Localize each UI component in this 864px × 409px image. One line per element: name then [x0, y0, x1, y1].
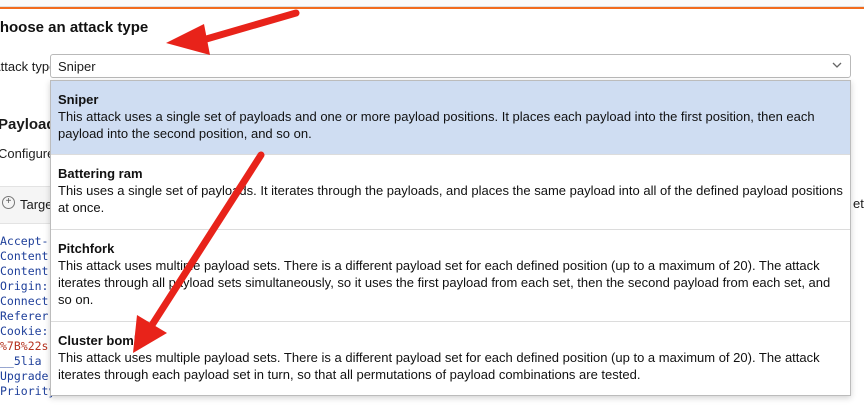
accent-divider: [0, 7, 864, 9]
attack-option-pitchfork[interactable]: Pitchfork This attack uses multiple paylo…: [51, 230, 850, 322]
request-line: Accept-: [0, 234, 49, 248]
attack-option-cluster-bomb[interactable]: Cluster bomb This attack uses multiple pa…: [51, 322, 850, 395]
attack-option-sniper[interactable]: Sniper This attack uses a single set of p…: [51, 81, 850, 155]
request-line: Origin:: [0, 279, 49, 293]
top-tab-strip: [0, 0, 864, 7]
option-description: This attack uses multiple payload sets. …: [58, 350, 820, 382]
request-line: Connect: [0, 294, 49, 308]
option-name: Cluster bomb: [58, 333, 142, 348]
chevron-down-icon: [832, 62, 842, 68]
section-heading: Choose an attack type: [0, 19, 149, 36]
option-description: This uses a single set of payloads. It i…: [58, 183, 843, 215]
request-line: Upgrade: [0, 369, 49, 383]
right-cutoff-text: et: [853, 196, 864, 211]
request-line: Cookie:: [0, 324, 49, 338]
attack-type-dropdown-list: Sniper This attack uses a single set of p…: [50, 80, 851, 396]
right-edge: et: [851, 25, 864, 409]
request-line: Referer: [0, 309, 49, 323]
plus-circle-icon[interactable]: +: [2, 196, 15, 209]
option-name: Battering ram: [58, 166, 143, 181]
request-line: __5lia: [0, 354, 42, 368]
attack-type-select[interactable]: Sniper: [50, 54, 851, 78]
request-editor[interactable]: Accept- Content Content Origin: Connect Refer…: [0, 234, 55, 399]
request-line: Priority: [0, 384, 56, 398]
request-line: Content: [0, 249, 49, 263]
attack-option-battering-ram[interactable]: Battering ram This uses a single set of p…: [51, 155, 850, 230]
request-line: %7B%22s: [0, 339, 49, 353]
option-name: Sniper: [58, 92, 99, 107]
attack-type-value: Sniper: [58, 59, 96, 74]
arrow-to-heading: [166, 9, 300, 55]
option-name: Pitchfork: [58, 241, 115, 256]
option-description: This attack uses a single set of payload…: [58, 109, 815, 141]
option-description: This attack uses multiple payload sets. …: [58, 258, 831, 307]
request-line: Content: [0, 264, 49, 278]
